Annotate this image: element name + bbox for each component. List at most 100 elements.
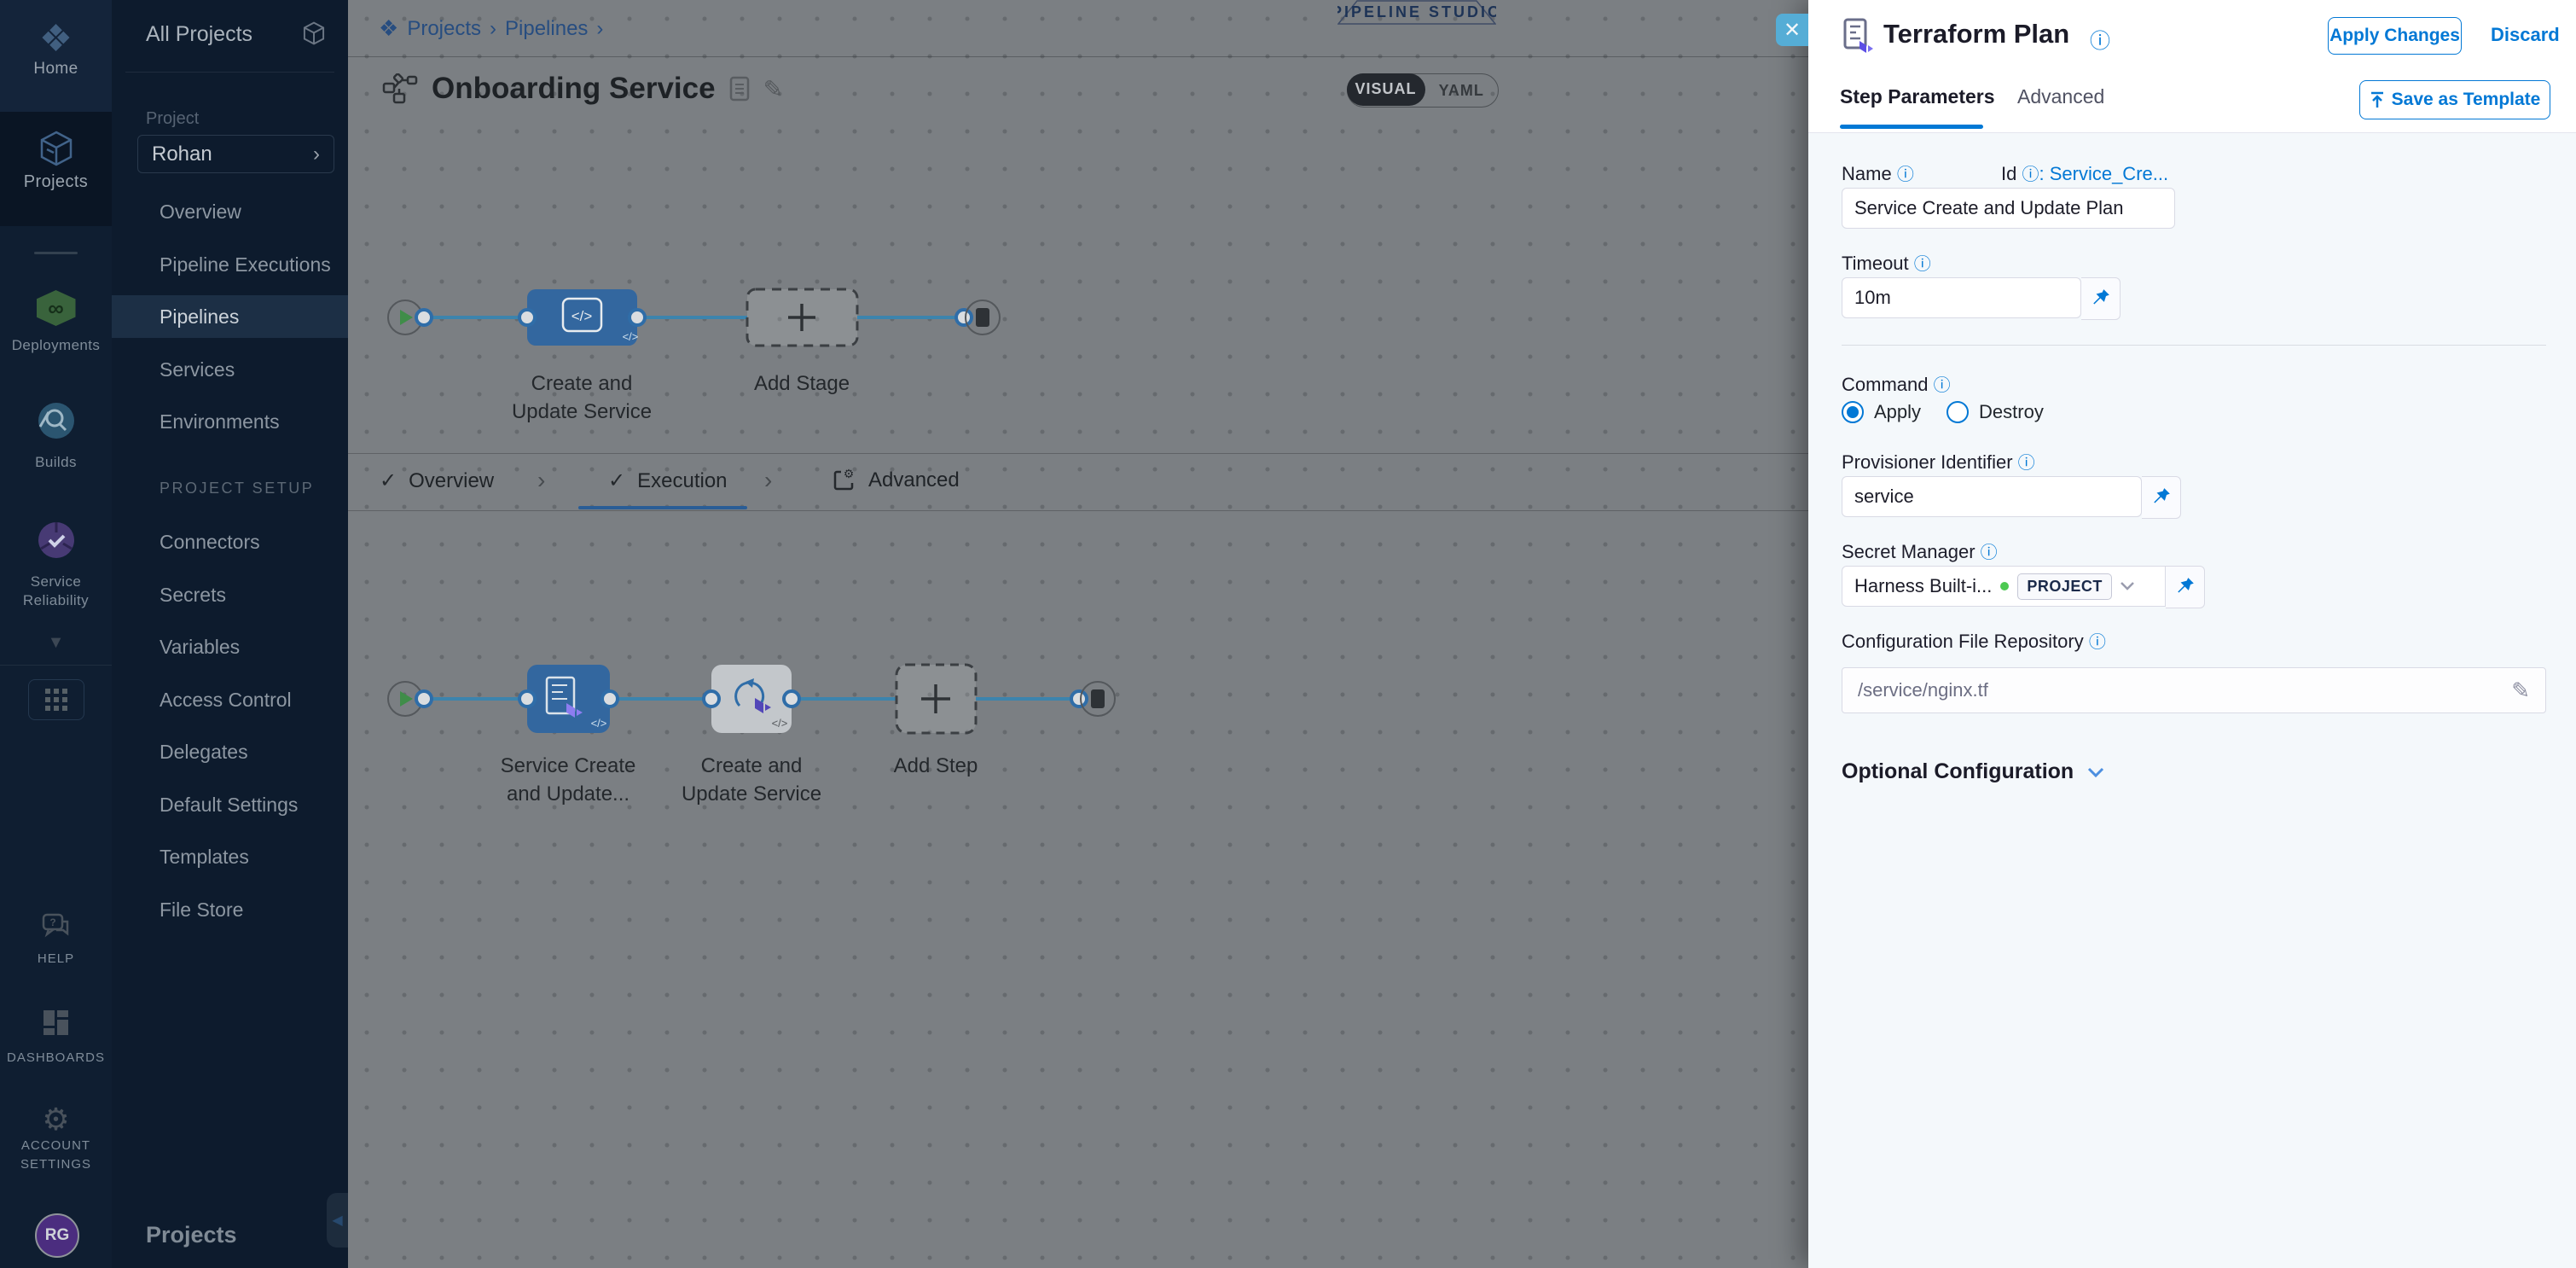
pipeline-graph: </> </> [348,0,1808,1268]
nav-collapse-chevron-icon[interactable]: ▼ [0,633,112,653]
chevron-down-icon [2121,582,2134,590]
port [519,310,535,325]
info-icon[interactable]: ⓘ [2090,24,2110,54]
id-value[interactable]: : Service_Cre... [2039,163,2168,184]
sidebar-divider [125,72,334,73]
info-icon[interactable]: ⓘ [2022,166,2039,184]
sidebar-item-variables[interactable]: Variables [160,636,240,659]
nav-item-service-reliability[interactable]: ServiceReliability [0,521,112,610]
port [602,691,618,707]
tab-advanced[interactable]: Advanced [2017,85,2104,108]
app-root: ❖ Projects › Pipelines › PIPELINE STUDIO… [0,0,2576,1268]
sidebar-item-connectors[interactable]: Connectors [160,531,260,554]
cube-icon[interactable] [301,20,327,46]
sidebar-item-delegates[interactable]: Delegates [160,741,248,764]
apply-changes-button[interactable]: Apply Changes [2328,17,2462,55]
nav-item-builds[interactable]: Builds [0,401,112,472]
radio-destroy-label[interactable]: Destroy [1979,401,2044,423]
step-node-terraform-apply[interactable]: </> [711,665,792,733]
upload-icon [2370,91,2385,108]
close-drawer-button[interactable]: ✕ [1776,14,1808,46]
secret-manager-select[interactable]: Harness Built-i... PROJECT [1842,566,2166,607]
sidebar-item-services[interactable]: Services [160,358,235,381]
info-icon[interactable]: ⓘ [1914,255,1931,274]
tab-step-parameters[interactable]: Step Parameters [1840,85,1995,108]
nav-item-projects[interactable]: Projects [0,112,112,226]
timeout-label: Timeout ⓘ [1842,250,1931,275]
radio-apply-label[interactable]: Apply [1874,401,1921,423]
sidebar-item-secrets[interactable]: Secrets [160,584,226,607]
port [416,691,432,707]
nav-divider [0,665,112,666]
nav-item-account-settings[interactable]: ⚙ ACCOUNTSETTINGS [0,1102,112,1174]
timeout-input[interactable] [1842,277,2081,318]
help-chat-icon: ? [42,913,71,939]
builds-icon [37,401,76,440]
sidebar-item-default-settings[interactable]: Default Settings [160,794,298,817]
radio-apply[interactable] [1842,401,1864,423]
radio-destroy[interactable] [1947,401,1969,423]
provisioner-pin-button[interactable] [2142,476,2181,519]
chevron-right-icon: › [537,467,545,494]
add-step-node[interactable] [896,665,976,733]
provisioner-label: Provisioner Identifier ⓘ [1842,449,2035,474]
service-reliability-icon [37,521,76,560]
secret-manager-pin-button[interactable] [2166,566,2205,608]
stage-label[interactable]: Create andUpdate Service [512,369,652,426]
add-step-label[interactable]: Add Step [894,752,978,780]
sidebar-item-access-control[interactable]: Access Control [160,689,292,712]
project-sidebar: All Projects Project Rohan › Overview Pi… [112,0,348,1268]
sidebar-item-overview[interactable]: Overview [160,201,241,224]
code-icon: </> [772,717,788,730]
nav-item-deployments[interactable]: ∞ Deployments [0,290,112,355]
projects-cube-icon [37,129,76,168]
step2-label[interactable]: Create andUpdate Service [682,752,821,808]
pipeline-canvas: ❖ Projects › Pipelines › PIPELINE STUDIO… [348,0,1808,1268]
project-label: Project [146,109,199,129]
info-icon[interactable]: ⓘ [1934,376,1951,395]
port [956,310,972,325]
port [416,310,432,325]
edit-pencil-icon[interactable]: ✎ [2511,678,2530,704]
home-icon: ❖ [0,19,112,60]
tab-execution[interactable]: ✓ Execution [608,468,728,493]
add-stage-node[interactable] [747,289,857,346]
info-icon[interactable]: ⓘ [1981,544,1998,562]
stage-node-create-update-service[interactable]: </> </> [527,289,638,346]
nav-item-dashboards[interactable]: DASHBOARDS [0,1009,112,1067]
tab-overview[interactable]: ✓ Overview [380,468,494,493]
info-icon[interactable]: ⓘ [2018,454,2035,473]
step-config-drawer: Terraform Plan ⓘ Apply Changes Discard S… [1808,0,2576,1268]
pin-icon [2092,288,2110,309]
step1-label[interactable]: Service Createand Update... [501,752,636,808]
add-stage-label[interactable]: Add Stage [754,369,850,398]
tab-advanced[interactable]: ⚙ Advanced [833,468,960,492]
scope-badge: PROJECT [2017,573,2112,600]
sidebar-item-pipeline-executions[interactable]: Pipeline Executions [160,253,331,276]
project-selector[interactable]: Rohan › [137,135,334,173]
all-projects-link[interactable]: All Projects [146,22,252,47]
form-divider [1842,345,2546,346]
sidebar-item-pipelines[interactable]: Pipelines [160,305,239,329]
config-repo-field[interactable]: /service/nginx.tf ✎ [1842,667,2546,713]
sidebar-item-environments[interactable]: Environments [160,410,280,433]
timeout-pin-button[interactable] [2081,277,2121,320]
name-input[interactable] [1842,188,2175,229]
gear-icon: ⚙ [0,1102,112,1137]
pin-icon [2176,577,2195,597]
step-node-terraform-plan-selected[interactable]: </> [527,665,610,733]
save-as-template-button[interactable]: Save as Template [2359,80,2550,119]
sidebar-item-file-store[interactable]: File Store [160,899,243,922]
drawer-title: Terraform Plan [1883,19,2069,49]
sidebar-collapse-handle[interactable]: ◀ [327,1193,348,1248]
info-icon[interactable]: ⓘ [1897,166,1914,184]
nav-item-home[interactable]: ❖ Home [0,0,112,112]
nav-item-help[interactable]: ? HELP [0,913,112,968]
module-grid-icon[interactable] [28,679,84,720]
optional-configuration-toggle[interactable]: Optional Configuration [1842,759,2104,784]
user-avatar[interactable]: RG [35,1213,79,1258]
info-icon[interactable]: ⓘ [2089,633,2106,652]
provisioner-input[interactable] [1842,476,2142,517]
sidebar-item-templates[interactable]: Templates [160,846,249,869]
discard-button[interactable]: Discard [2491,24,2560,46]
